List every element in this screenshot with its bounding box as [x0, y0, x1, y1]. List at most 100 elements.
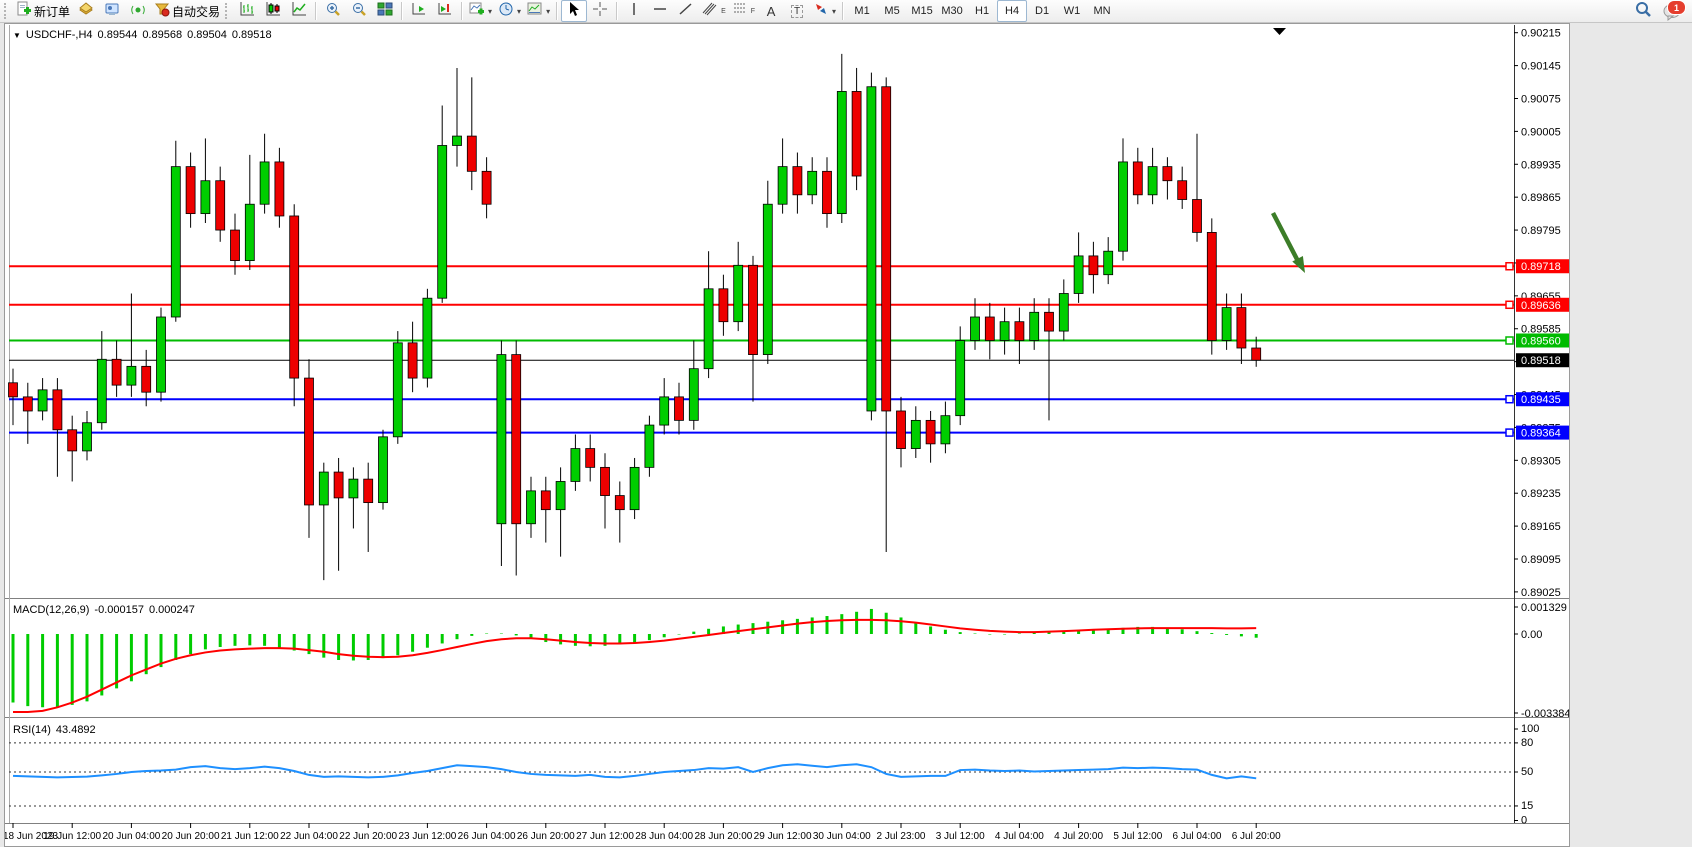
rsi-tick-label: 80	[1521, 737, 1533, 749]
arrows-icon	[813, 1, 829, 22]
zoom-in-icon	[325, 1, 341, 22]
bull-candle	[319, 472, 328, 505]
tab-timeframe-m30[interactable]: M30	[937, 0, 967, 22]
bull-candle	[689, 369, 698, 421]
zoom-in-button[interactable]	[320, 0, 346, 22]
level-price-badge: 0.89560	[1521, 335, 1561, 347]
market-watch-button[interactable]	[99, 0, 125, 22]
ohlc-high: 0.89568	[142, 29, 182, 41]
arrows-button[interactable]: ▾	[810, 0, 839, 22]
search-button[interactable]	[1630, 0, 1656, 22]
date-label: 4 Jul 20:00	[1054, 831, 1103, 842]
vertical-line-button[interactable]	[621, 0, 647, 22]
fibonacci-icon	[732, 1, 748, 22]
bear-candle	[897, 411, 906, 449]
price-tick-label: 0.89865	[1521, 192, 1561, 204]
price-tick-label: 0.89165	[1521, 521, 1561, 533]
bear-candle	[1207, 232, 1216, 340]
bear-candle	[512, 355, 521, 524]
horizontal-line-button[interactable]	[647, 0, 673, 22]
auto-scroll-icon	[411, 1, 427, 22]
bull-candle	[527, 491, 536, 524]
chart-background	[5, 24, 1569, 846]
crosshair-button[interactable]	[587, 0, 613, 22]
date-label: 26 Jun 04:00	[458, 831, 516, 842]
tile-windows-button[interactable]	[372, 0, 398, 22]
signals-icon	[130, 1, 146, 22]
tab-timeframe-m5[interactable]: M5	[877, 0, 907, 22]
bear-candle	[601, 467, 610, 495]
text-icon: A	[767, 4, 776, 19]
bear-candle	[586, 449, 595, 468]
tab-timeframe-mn[interactable]: MN	[1087, 0, 1117, 22]
channel-button[interactable]: E	[699, 0, 729, 22]
level-price-badge: 0.89364	[1521, 428, 1561, 440]
chart-canvas[interactable]: 0.902150.901450.900750.900050.899350.898…	[5, 24, 1569, 846]
text-label-button[interactable]: T	[784, 0, 810, 22]
bull-candle	[1030, 312, 1039, 340]
toolbar-grip[interactable]	[4, 3, 10, 19]
macd-tick-label: -0.003384	[1521, 708, 1569, 720]
auto-scroll-button[interactable]	[406, 0, 432, 22]
line-anchor-marker[interactable]	[1506, 429, 1513, 436]
tab-timeframe-m1[interactable]: M1	[847, 0, 877, 22]
bull-candle	[171, 167, 180, 317]
bull-candle	[127, 366, 136, 385]
chart-title: ▼ USDCHF-,H4 0.89544 0.89568 0.89504 0.8…	[13, 29, 272, 41]
bear-candle	[882, 87, 891, 411]
tab-timeframe-h4[interactable]: H4	[997, 0, 1027, 22]
auto-trading-button[interactable]: 自动交易	[151, 0, 223, 22]
line-anchor-marker[interactable]	[1506, 301, 1513, 308]
rsi-label: RSI(14) 43.4892	[13, 724, 96, 736]
price-tick-label: 0.89795	[1521, 225, 1561, 237]
periods-button[interactable]: ▾	[495, 0, 524, 22]
cursor-icon	[566, 1, 582, 22]
quotes-button[interactable]	[73, 0, 99, 22]
bear-candle	[1015, 322, 1024, 341]
channel-icon	[702, 1, 718, 22]
bar-chart-button[interactable]	[234, 0, 260, 22]
chevron-down-icon: ▾	[517, 7, 521, 16]
line-anchor-marker[interactable]	[1506, 396, 1513, 403]
symbol-dropdown-icon[interactable]: ▼	[13, 31, 21, 40]
bull-candle	[837, 91, 846, 213]
notification-badge: 1	[1667, 0, 1686, 15]
templates-button[interactable]: ▾	[524, 0, 553, 22]
signals-button[interactable]	[125, 0, 151, 22]
ohlc-low: 0.89504	[187, 29, 227, 41]
bull-candle	[83, 423, 92, 451]
toolbar-grip[interactable]	[225, 3, 231, 19]
tab-timeframe-w1[interactable]: W1	[1057, 0, 1087, 22]
trendline-button[interactable]	[673, 0, 699, 22]
bull-candle	[1104, 251, 1113, 274]
tab-timeframe-m15[interactable]: M15	[907, 0, 937, 22]
ohlc-open: 0.89544	[98, 29, 138, 41]
date-label: 2 Jul 23:00	[877, 831, 926, 842]
fibonacci-button[interactable]: F	[729, 0, 758, 22]
bull-candle	[97, 359, 106, 422]
bull-candle	[1148, 167, 1157, 195]
candlestick-chart-button[interactable]	[260, 0, 286, 22]
cursor-button[interactable]	[561, 0, 587, 22]
line-anchor-marker[interactable]	[1506, 263, 1513, 270]
chat-button[interactable]: 1	[1662, 1, 1684, 21]
macd-label: MACD(12,26,9) -0.000157 0.000247	[13, 604, 195, 616]
bear-candle	[615, 496, 624, 510]
line-anchor-marker[interactable]	[1506, 337, 1513, 344]
fibo-letter: F	[751, 8, 755, 15]
zoom-out-button[interactable]	[346, 0, 372, 22]
bull-candle	[349, 479, 358, 498]
new-order-button[interactable]: 新订单	[13, 0, 73, 22]
rsi-tick-label: 100	[1521, 723, 1539, 735]
indicators-button[interactable]: ▾	[466, 0, 495, 22]
bear-candle	[305, 378, 314, 505]
indicators-icon	[469, 1, 485, 22]
line-chart-button[interactable]	[286, 0, 312, 22]
bull-candle	[1074, 256, 1083, 294]
text-button[interactable]: A	[758, 0, 784, 22]
tab-timeframe-h1[interactable]: H1	[967, 0, 997, 22]
price-tick-label: 0.89025	[1521, 587, 1561, 599]
chart-shift-button[interactable]	[432, 0, 458, 22]
tab-timeframe-d1[interactable]: D1	[1027, 0, 1057, 22]
date-label: 30 Jun 04:00	[813, 831, 871, 842]
